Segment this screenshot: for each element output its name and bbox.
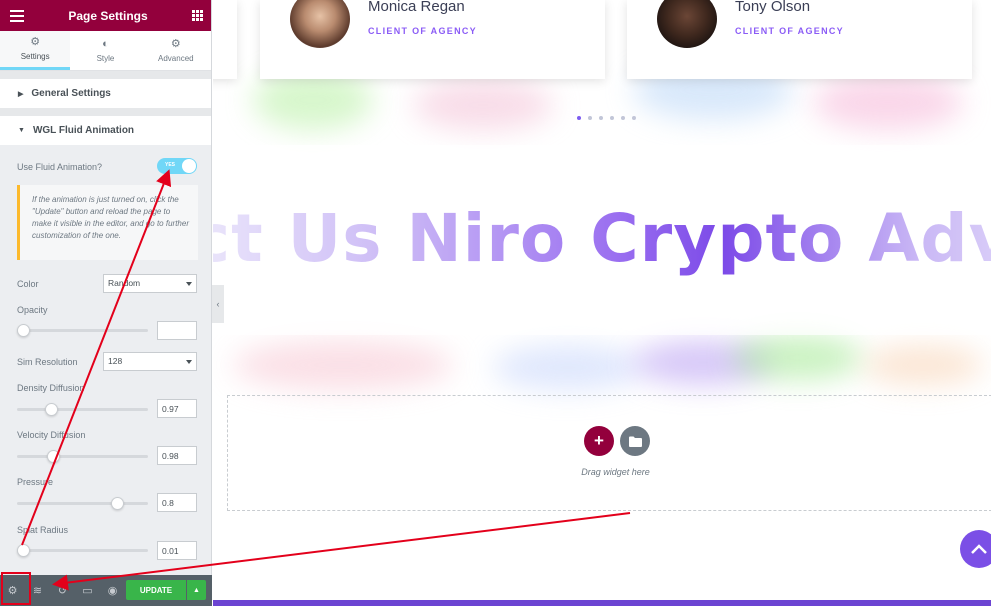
eye-icon[interactable]: ◉: [100, 575, 125, 606]
density-diffusion-slider[interactable]: [17, 403, 148, 416]
add-section-button[interactable]: +: [584, 426, 614, 456]
chevron-down-icon: [186, 360, 192, 364]
avatar: [290, 0, 350, 48]
panel-footer: ⚙ ≋ ↺ ▭ ◉ UPDATE ▲: [0, 575, 212, 606]
widgets-grid-icon[interactable]: [191, 10, 203, 21]
fluid-blob: [813, 75, 963, 130]
color-select[interactable]: Random: [103, 274, 197, 293]
template-library-button[interactable]: [620, 426, 650, 456]
chevron-down-icon: [186, 282, 192, 286]
carousel-dot[interactable]: [610, 116, 614, 120]
toggle-knob: [182, 159, 196, 173]
slider-thumb[interactable]: [46, 450, 60, 463]
panel-title: Page Settings: [68, 8, 148, 23]
tab-label: Settings: [20, 52, 50, 61]
footer-bar: [213, 600, 991, 606]
velocity-diffusion-slider[interactable]: [17, 450, 148, 463]
section-wgl-fluid-animation[interactable]: ▼ WGL Fluid Animation: [0, 116, 211, 145]
sim-resolution-label: Sim Resolution: [17, 357, 78, 367]
person-role: CLIENT OF AGENCY: [735, 26, 844, 36]
folder-icon: [628, 436, 642, 447]
use-fluid-label: Use Fluid Animation?: [17, 162, 103, 172]
section-general-settings[interactable]: ▶ General Settings: [0, 79, 211, 108]
fluid-blob: [493, 345, 643, 390]
sim-resolution-select[interactable]: 128: [103, 352, 197, 371]
slider-thumb[interactable]: [17, 544, 30, 557]
pressure-slider[interactable]: [17, 497, 148, 510]
tab-label: Advanced: [158, 53, 194, 63]
carousel-dot[interactable]: [632, 116, 636, 120]
info-note: If the animation is just turned on, clic…: [17, 185, 198, 260]
fluid-blob: [253, 70, 373, 130]
marquee-text: ct Us Niro Crypto Advis: [213, 200, 991, 277]
select-value: Random: [108, 278, 141, 288]
velocity-diffusion-input[interactable]: 0.98: [157, 446, 197, 465]
carousel-dot[interactable]: [588, 116, 592, 120]
carousel-dots: [577, 116, 636, 120]
caret-right-icon: ▶: [18, 90, 24, 98]
scroll-to-top-button[interactable]: [960, 530, 991, 568]
testimonial-card: Tony Olson CLIENT OF AGENCY: [627, 0, 972, 79]
history-icon[interactable]: ↺: [50, 575, 75, 606]
panel-collapse-handle[interactable]: ‹: [212, 285, 224, 323]
tab-settings[interactable]: ⚙ Settings: [0, 31, 71, 70]
chevron-up-icon: [971, 544, 987, 554]
opacity-slider[interactable]: [17, 324, 148, 337]
toggle-text: YES: [165, 162, 176, 168]
tab-label: Style: [96, 53, 115, 63]
pressure-input[interactable]: 0.8: [157, 493, 197, 512]
carousel-dot[interactable]: [577, 116, 581, 120]
carousel-dot[interactable]: [621, 116, 625, 120]
testimonial-card: Monica Regan CLIENT OF AGENCY: [260, 0, 605, 79]
fluid-blob: [413, 80, 553, 130]
testimonial-card-left-edge: [213, 0, 237, 79]
fluid-blob: [863, 345, 983, 385]
splat-radius-label: Splat Radius: [17, 525, 69, 535]
slider-thumb[interactable]: [17, 324, 30, 337]
density-diffusion-input[interactable]: 0.97: [157, 399, 197, 418]
update-button[interactable]: UPDATE: [126, 580, 186, 600]
color-label: Color: [17, 279, 39, 289]
density-diffusion-label: Density Diffusion: [17, 383, 85, 393]
gear-icon: ⚙: [30, 36, 41, 48]
opacity-label: Opacity: [17, 305, 48, 315]
annotation-highlight-box: [1, 572, 31, 605]
use-fluid-toggle[interactable]: YES: [157, 158, 197, 174]
menu-icon[interactable]: [10, 9, 24, 22]
editor-canvas: Monica Regan CLIENT OF AGENCY Tony Olson…: [213, 0, 991, 606]
splat-radius-slider[interactable]: [17, 544, 148, 557]
tab-advanced[interactable]: ⚙ Advanced: [141, 31, 211, 70]
avatar: [657, 0, 717, 48]
person-role: CLIENT OF AGENCY: [368, 26, 477, 36]
section-title: WGL Fluid Animation: [32, 125, 135, 136]
opacity-input[interactable]: [157, 321, 197, 340]
pressure-label: Pressure: [17, 477, 54, 487]
velocity-diffusion-label: Velocity Diffusion: [17, 430, 86, 440]
panel-header: Page Settings: [0, 0, 211, 31]
person-name: Monica Regan: [368, 0, 465, 15]
panel-tabs: ⚙ Settings ◐ Style ⚙ Advanced: [0, 31, 211, 71]
select-value: 128: [108, 356, 123, 366]
empty-section-dropzone[interactable]: [227, 395, 991, 511]
responsive-icon[interactable]: ▭: [75, 575, 100, 606]
splat-radius-input[interactable]: 0.01: [157, 541, 197, 560]
carousel-dot[interactable]: [599, 116, 603, 120]
contrast-icon: ◐: [102, 37, 109, 50]
page-settings-panel: Page Settings ⚙ Settings ◐ Style ⚙ Advan…: [0, 0, 212, 606]
fluid-blob: [733, 335, 863, 380]
tab-style[interactable]: ◐ Style: [70, 31, 140, 70]
caret-down-icon: ▼: [18, 127, 25, 134]
drag-widget-hint: Drag widget here: [581, 467, 650, 477]
section-title: General Settings: [31, 88, 111, 99]
person-name: Tony Olson: [735, 0, 811, 15]
gear-icon: ⚙: [170, 37, 181, 50]
fluid-blob: [233, 340, 453, 390]
update-options-button[interactable]: ▲: [187, 580, 206, 600]
